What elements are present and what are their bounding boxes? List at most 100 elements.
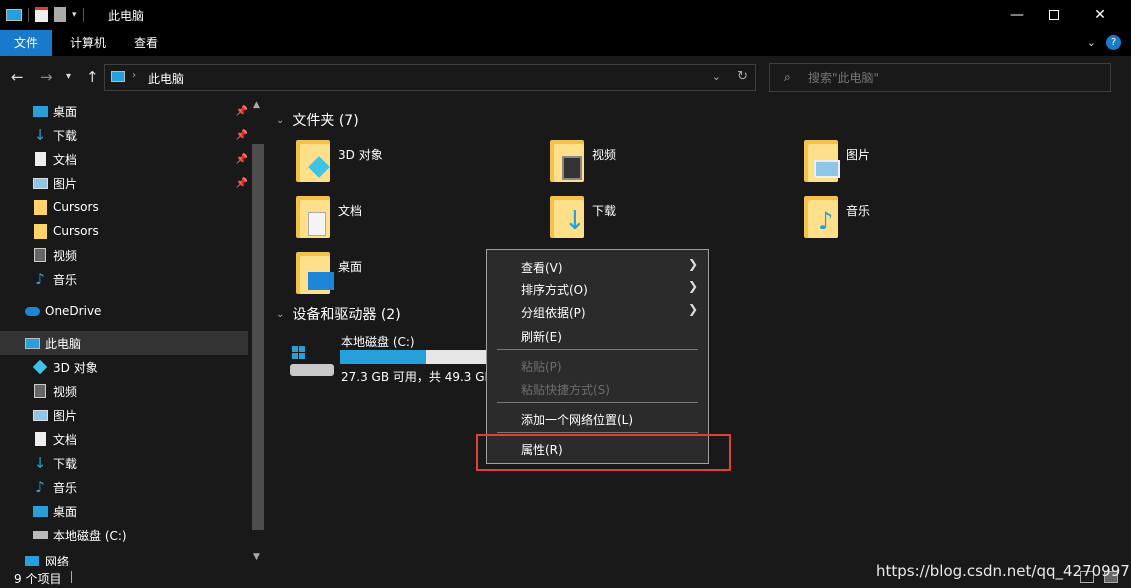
- tab-file[interactable]: 文件: [0, 30, 53, 56]
- sidebar-item-desktop[interactable]: 桌面 📌: [32, 99, 248, 123]
- sidebar-item-label: 图片: [53, 176, 78, 191]
- sidebar-item-desktop[interactable]: 桌面: [32, 499, 248, 523]
- pin-icon: 📌: [235, 177, 248, 189]
- sidebar-item-downloads[interactable]: ↓ 下载: [32, 451, 248, 475]
- folder-item-pictures[interactable]: 图片: [804, 140, 870, 182]
- cube-icon: [32, 359, 48, 375]
- context-menu: 查看(V) ❯ 排序方式(O) ❯ 分组依据(P) ❯ 刷新(E) 粘贴(P) 粘贴快…: [486, 249, 709, 464]
- folder-item-documents[interactable]: 文档: [296, 196, 362, 238]
- menu-item-group-by[interactable]: 分组依据(P): [521, 304, 586, 321]
- menu-separator: [497, 349, 698, 350]
- sidebar-item-label: 视频: [53, 248, 78, 263]
- sidebar-item-network[interactable]: 网络: [24, 553, 248, 567]
- scroll-down-icon[interactable]: ▼: [253, 552, 260, 562]
- search-input[interactable]: [806, 69, 1096, 87]
- chevron-down-icon[interactable]: ▾: [72, 10, 77, 20]
- document-folder-icon: [296, 196, 330, 238]
- help-icon[interactable]: ?: [1106, 35, 1121, 50]
- highlight-box: [476, 434, 731, 471]
- desktop-icon: [32, 503, 48, 519]
- devices-group-header[interactable]: ⌄ 设备和驱动器 (2): [276, 304, 401, 324]
- sidebar-item-label: 网络: [45, 555, 70, 567]
- picture-icon: [32, 175, 48, 191]
- sidebar-item-local-disk[interactable]: 本地磁盘 (C:): [32, 523, 248, 547]
- tab-computer[interactable]: 计算机: [56, 30, 120, 56]
- sidebar-item-label: Cursors: [53, 200, 99, 214]
- sidebar-item-label: 图片: [53, 408, 78, 423]
- download-folder-icon: ↓: [550, 196, 586, 238]
- sidebar-item-documents[interactable]: 文档: [32, 427, 248, 451]
- menu-item-add-network-location[interactable]: 添加一个网络位置(L): [521, 411, 633, 428]
- properties-icon[interactable]: [35, 7, 48, 22]
- menu-item-sort-by[interactable]: 排序方式(O): [521, 281, 588, 298]
- menu-item-view[interactable]: 查看(V): [521, 259, 563, 276]
- drive-usage-bar: [340, 350, 490, 364]
- divider: [71, 571, 72, 583]
- scroll-up-icon[interactable]: ▲: [253, 100, 260, 110]
- folder-label: 图片: [846, 148, 871, 162]
- sidebar-item-videos[interactable]: 视频: [32, 379, 248, 403]
- sidebar-item-music[interactable]: ♪ 音乐: [32, 475, 248, 499]
- sidebar-item-label: 视频: [53, 384, 78, 399]
- sidebar-item-label: OneDrive: [45, 304, 102, 318]
- recent-locations-button[interactable]: ▾: [66, 71, 71, 82]
- chevron-down-icon: ⌄: [276, 308, 285, 320]
- ribbon-tabs: 文件 计算机 查看 ⌄ ?: [0, 30, 1131, 56]
- folder-item-videos[interactable]: 视频: [550, 140, 616, 182]
- folder-label: 桌面: [338, 260, 363, 274]
- menu-separator: [497, 432, 698, 433]
- group-title: 设备和驱动器 (2): [292, 307, 401, 323]
- refresh-icon[interactable]: ↻: [737, 69, 748, 84]
- submenu-arrow-icon: ❯: [687, 279, 698, 293]
- sidebar-item-downloads[interactable]: ↓ 下载 📌: [32, 123, 248, 147]
- expand-ribbon-icon[interactable]: ⌄: [1087, 36, 1096, 49]
- sidebar-item-label: 文档: [53, 432, 78, 447]
- folder-item-desktop[interactable]: 桌面: [296, 252, 362, 294]
- maximize-button[interactable]: [1031, 0, 1077, 30]
- close-button[interactable]: ✕: [1077, 0, 1123, 30]
- menu-item-paste-shortcut: 粘贴快捷方式(S): [521, 383, 610, 397]
- music-icon: ♪: [35, 478, 45, 496]
- forward-button[interactable]: →: [40, 68, 53, 86]
- download-icon: ↓: [33, 126, 47, 144]
- sidebar-item-label: 桌面: [53, 104, 78, 119]
- divider: [28, 7, 29, 22]
- search-box[interactable]: ⌕: [769, 63, 1111, 92]
- tab-view[interactable]: 查看: [120, 30, 172, 56]
- drive-name: 本地磁盘 (C:): [341, 335, 415, 349]
- folder-item-music[interactable]: ♪ 音乐: [804, 196, 870, 238]
- watermark: https://blog.csdn.net/qq_42709977: [876, 562, 1131, 580]
- folders-group-header[interactable]: ⌄ 文件夹 (7): [276, 110, 359, 130]
- pin-icon: 📌: [235, 129, 248, 141]
- folder-item-downloads[interactable]: ↓ 下载: [550, 196, 616, 238]
- sidebar-item-pictures[interactable]: 图片 📌: [32, 171, 248, 195]
- sidebar-scroll-thumb[interactable]: [252, 144, 264, 530]
- address-dropdown-icon[interactable]: ⌄: [712, 70, 721, 83]
- folder-item-3d-objects[interactable]: 3D 对象: [296, 140, 383, 182]
- sidebar-item-cursors[interactable]: Cursors: [32, 195, 248, 219]
- group-title: 文件夹 (7): [292, 113, 359, 129]
- video-icon: [32, 247, 48, 263]
- drive-space: 27.3 GB 可用，共 49.3 GB: [341, 370, 493, 384]
- new-folder-icon[interactable]: [54, 7, 66, 22]
- address-bar[interactable]: › 此电脑 ⌄ ↻: [104, 64, 756, 91]
- up-button[interactable]: ↑: [86, 68, 99, 86]
- folder-label: 音乐: [846, 204, 871, 218]
- item-count: 9 个项目: [14, 572, 62, 586]
- sidebar-item-3d-objects[interactable]: 3D 对象: [32, 355, 248, 379]
- sidebar-item-videos[interactable]: 视频: [32, 243, 248, 267]
- address-text: 此电脑: [148, 72, 185, 86]
- sidebar-item-this-pc[interactable]: 此电脑: [0, 331, 248, 355]
- sidebar-item-cursors[interactable]: Cursors: [32, 219, 248, 243]
- sidebar-item-onedrive[interactable]: OneDrive: [24, 299, 248, 323]
- minimize-icon: —: [1010, 7, 1024, 23]
- menu-item-refresh[interactable]: 刷新(E): [521, 328, 562, 345]
- desktop-icon: [32, 103, 48, 119]
- sidebar-item-documents[interactable]: 文档 📌: [32, 147, 248, 171]
- submenu-arrow-icon: ❯: [687, 302, 698, 316]
- sidebar-item-pictures[interactable]: 图片: [32, 403, 248, 427]
- sidebar-item-music[interactable]: ♪ 音乐: [32, 267, 248, 291]
- back-button[interactable]: ←: [11, 68, 24, 86]
- network-icon: [24, 553, 40, 567]
- picture-folder-icon: [804, 140, 840, 182]
